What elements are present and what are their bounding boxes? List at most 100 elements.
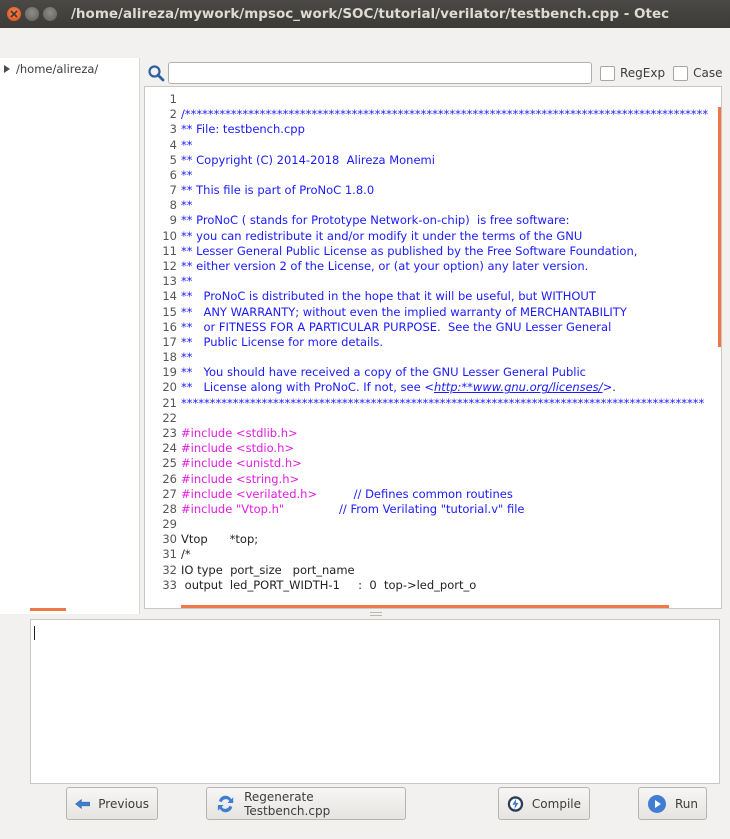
regexp-checkbox[interactable] <box>600 65 615 81</box>
line-number: 21 <box>162 395 177 410</box>
code-text: ** ANY WARRANTY; without even the implie… <box>181 304 627 319</box>
code-text: ** <box>181 350 193 365</box>
file-tree[interactable]: /home/alireza/ <box>0 58 140 614</box>
code-text: ** File: testbench.cpp <box>181 122 305 137</box>
search-bar: RegExp Case <box>145 60 730 86</box>
code-text: /***************************************… <box>181 107 709 122</box>
code-text: ** Copyright (C) 2014-2018 Alireza Monem… <box>181 152 435 167</box>
line-number: 6 <box>169 167 177 182</box>
line-number: 20 <box>162 380 177 395</box>
code-line: #include <verilated.h> // Defines common… <box>181 487 513 501</box>
code-line: #include "Vtop.h" // From Verilating "tu… <box>181 502 524 516</box>
pane-resize-handle[interactable] <box>370 612 382 616</box>
line-number: 1 <box>169 92 177 106</box>
case-option[interactable]: Case <box>673 65 722 81</box>
code-text: #include <string.h> <box>181 471 300 486</box>
line-number: 7 <box>169 183 177 198</box>
code-text: Vtop *top; <box>181 532 259 547</box>
code-text: ** <box>181 167 193 182</box>
tree-scrollbar[interactable] <box>30 608 66 611</box>
code-text: ** ProNoC is distributed in the hope tha… <box>181 289 596 304</box>
line-number: 11 <box>162 243 177 258</box>
code-line: #include <stdlib.h> <box>181 426 298 440</box>
tree-item-root[interactable]: /home/alireza/ <box>4 62 98 76</box>
regexp-option[interactable]: RegExp <box>600 65 666 81</box>
title-bar: /home/alireza/mywork/mpsoc_work/SOC/tuto… <box>0 0 730 28</box>
compile-label: Compile <box>531 796 581 811</box>
code-line: ** This file is part of ProNoC 1.8.0 <box>181 183 374 197</box>
previous-label: Previous <box>98 796 149 811</box>
code-text: ** <box>181 274 193 289</box>
code-line: ** you can redistribute it and/or modify… <box>181 229 582 243</box>
code-text: ** Public License for more details. <box>181 334 384 349</box>
line-number: 2 <box>169 107 177 122</box>
case-checkbox[interactable] <box>673 65 689 81</box>
code-text: ** License along with ProNoC. If not, se… <box>181 380 434 395</box>
code-line: #include <stdio.h> <box>181 441 294 455</box>
code-line: ** <box>181 138 193 152</box>
code-line: ** File: testbench.cpp <box>181 122 305 136</box>
horizontal-scrollbar[interactable] <box>181 605 669 608</box>
expand-arrow-icon[interactable] <box>4 65 10 73</box>
code-text: #include "Vtop.h" <box>181 501 285 516</box>
code-text: ** Lesser General Public License as publ… <box>181 243 638 258</box>
line-number: 16 <box>162 319 177 334</box>
maximize-window-button[interactable] <box>43 7 57 21</box>
line-number: 12 <box>162 258 177 273</box>
regenerate-testbench-button[interactable]: Regenerate Testbench.cpp <box>206 787 406 820</box>
close-icon <box>10 10 18 18</box>
code-line: ** <box>181 198 193 212</box>
refresh-icon <box>217 795 234 812</box>
line-number: 5 <box>169 152 177 167</box>
compile-icon <box>507 795 524 812</box>
code-line: ** Copyright (C) 2014-2018 Alireza Monem… <box>181 153 435 167</box>
code-line: IO type port_size port_name <box>181 563 355 577</box>
output-console[interactable] <box>30 619 720 784</box>
compile-button[interactable]: Compile <box>498 787 590 820</box>
regenerate-label: Regenerate Testbench.cpp <box>244 789 331 818</box>
vertical-scrollbar[interactable] <box>718 107 721 347</box>
line-number: 19 <box>162 365 177 380</box>
code-text: /* <box>181 547 191 562</box>
line-number: 14 <box>162 289 177 304</box>
run-button[interactable]: Run <box>638 787 707 820</box>
code-text: output led_PORT_WIDTH-1 : 0 top->led_por… <box>181 577 477 592</box>
code-line: ** <box>181 274 193 288</box>
code-text: ** either version 2 of the License, or (… <box>181 258 589 273</box>
code-line: output led_PORT_WIDTH-1 : 0 top->led_por… <box>181 577 477 592</box>
code-line: ** or FITNESS FOR A PARTICULAR PURPOSE. … <box>181 320 611 334</box>
line-number: 10 <box>162 228 177 243</box>
code-line: ** ANY WARRANTY; without even the implie… <box>181 305 627 319</box>
run-label: Run <box>674 796 698 811</box>
search-input[interactable] <box>168 62 592 84</box>
play-icon <box>647 794 666 813</box>
line-number: 9 <box>169 213 177 228</box>
line-number: 31 <box>162 547 177 562</box>
line-number: 30 <box>162 532 177 547</box>
code-line: ** <box>181 350 193 364</box>
regexp-label: RegExp <box>620 66 666 80</box>
line-number: 24 <box>162 441 177 456</box>
search-icon[interactable] <box>147 64 165 82</box>
window-controls <box>7 7 57 21</box>
code-text: ** This file is part of ProNoC 1.8.0 <box>181 183 375 198</box>
line-number: 13 <box>162 274 177 289</box>
code-text: ** or FITNESS FOR A PARTICULAR PURPOSE. … <box>181 319 612 334</box>
minimize-window-button[interactable] <box>25 7 39 21</box>
code-text: ** You should have received a copy of th… <box>181 365 586 380</box>
license-link[interactable]: http:**www.gnu.org/licenses/ <box>434 380 603 394</box>
line-number: 27 <box>162 486 177 501</box>
code-line: ** Public License for more details. <box>181 335 383 349</box>
line-number: 32 <box>162 562 177 577</box>
code-line: ** You should have received a copy of th… <box>181 365 586 379</box>
previous-button[interactable]: Previous <box>66 787 158 820</box>
code-editor[interactable]: 1 2/*************************************… <box>144 86 722 609</box>
code-text: #include <unistd.h> <box>181 456 302 471</box>
code-line: #include <unistd.h> <box>181 456 302 470</box>
close-window-button[interactable] <box>7 7 21 21</box>
line-number: 8 <box>169 198 177 213</box>
line-number: 26 <box>162 471 177 486</box>
line-number: 18 <box>162 350 177 365</box>
code-line: ****************************************… <box>181 396 704 410</box>
code-text: ** <box>181 198 193 213</box>
